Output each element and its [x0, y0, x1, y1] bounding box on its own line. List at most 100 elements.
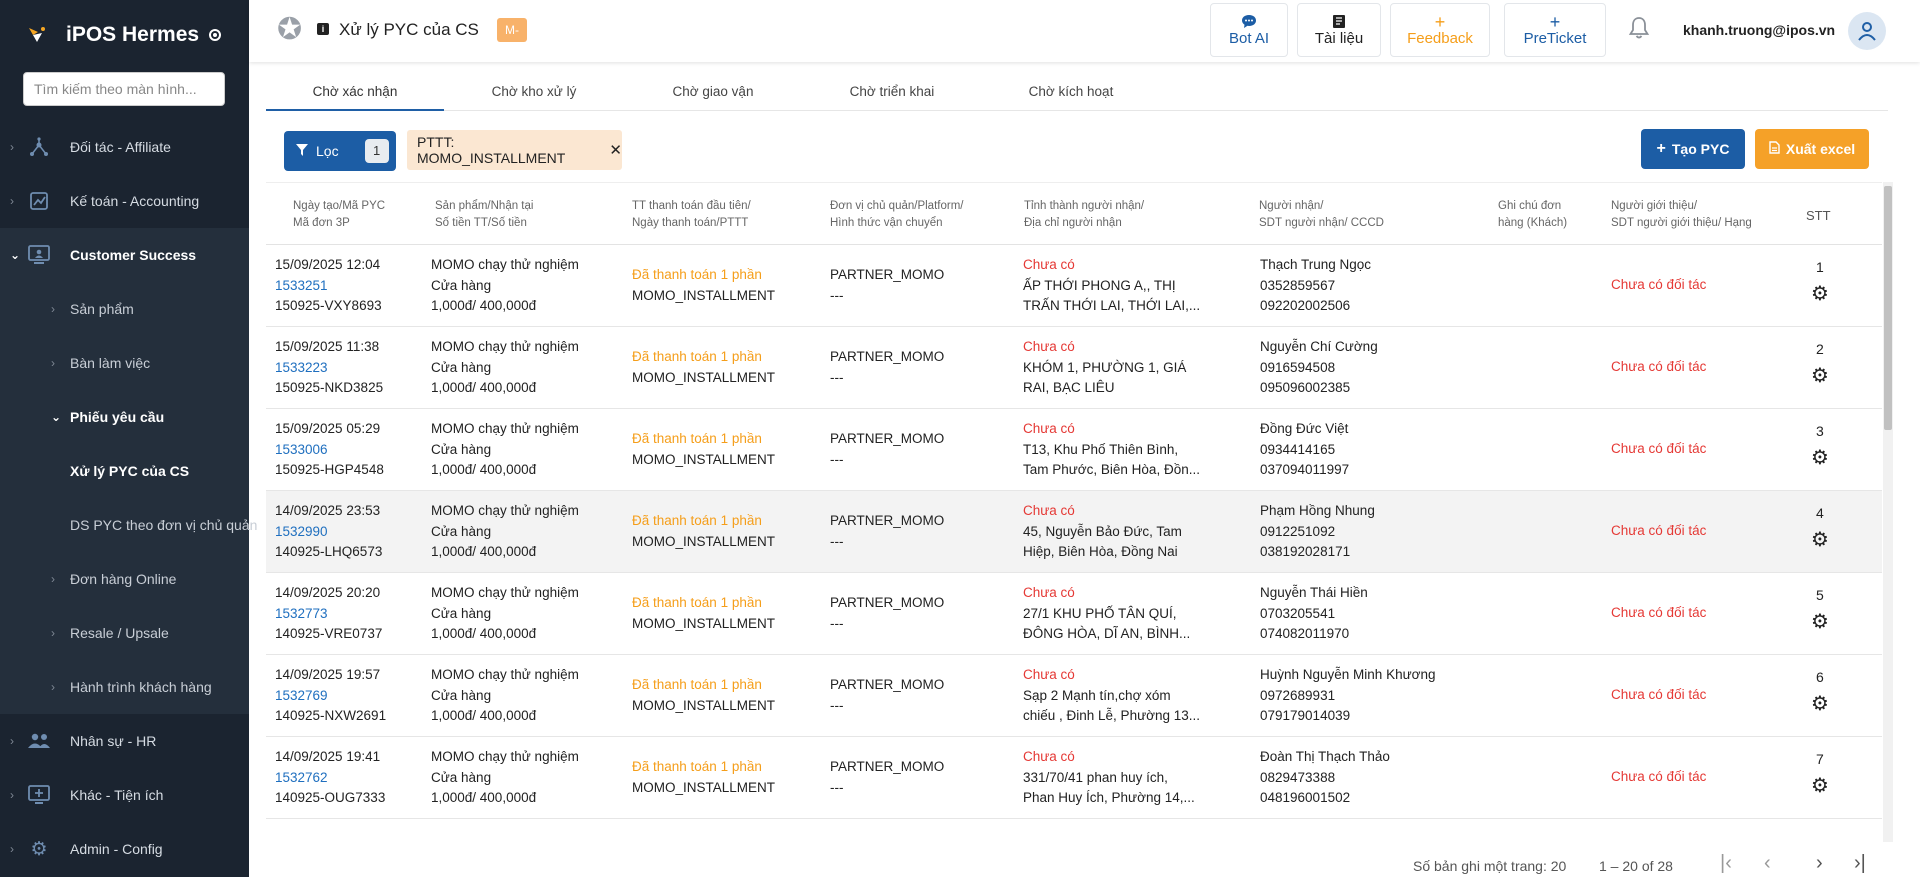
sidebar-item-admin[interactable]: › ⚙ Admin - Config: [0, 822, 249, 876]
status-tabs: Chờ xác nhận Chờ kho xử lý Chờ giao vận …: [266, 78, 1888, 111]
cell-text: 1,000đ/ 400,000đ: [431, 298, 537, 313]
close-icon[interactable]: ✕: [609, 141, 622, 159]
sidebar-item-label: Admin - Config: [70, 841, 163, 857]
chevron-right-icon: ›: [51, 680, 55, 694]
sidebar-subitem-customer-journey[interactable]: › Hành trình khách hàng: [0, 660, 249, 714]
brand[interactable]: iPOS Hermes: [0, 0, 249, 70]
cell-text: 095096002385: [1260, 380, 1351, 395]
cell-product: MOMO chạy thử nghiệm Cửa hàng 1,000đ/ 400,…: [431, 583, 579, 645]
sidebar-item-customer-success[interactable]: ⌄ Customer Success: [0, 228, 249, 282]
gear-icon[interactable]: ⚙: [1811, 773, 1829, 798]
plus-icon: +: [1656, 140, 1666, 157]
filter-button[interactable]: Lọc 1: [284, 131, 396, 171]
sidebar-item-label: Xử lý PYC của CS: [70, 463, 190, 479]
request-code-link[interactable]: 1533006: [275, 440, 384, 461]
cell-text: 0972689931: [1260, 687, 1336, 703]
table-row[interactable]: 15/09/2025 12:04 1533251 150925-VXY8693 MOM…: [266, 245, 1882, 327]
col-header-recipient[interactable]: Người nhận/SDT người nhận/ CCCD: [1259, 198, 1384, 232]
cell-payment: Đã thanh toán 1 phần MOMO_INSTALLMENT: [632, 593, 775, 634]
sidebar-item-accounting[interactable]: › Kế toán - Accounting: [0, 174, 249, 228]
table-row[interactable]: 14/09/2025 19:41 1532762 140925-OUG7333 MOM…: [266, 737, 1882, 819]
gear-icon[interactable]: ⚙: [1811, 363, 1829, 388]
cell-text: Đã thanh toán 1 phần: [632, 349, 762, 364]
bell-icon[interactable]: [1628, 16, 1650, 46]
sidebar-subitem-products[interactable]: › Sản phẩm: [0, 282, 249, 336]
first-page-icon[interactable]: |‹: [1720, 852, 1732, 875]
cell-text: 150925-VXY8693: [275, 298, 382, 313]
request-code-link[interactable]: 1532762: [275, 768, 385, 789]
feedback-button[interactable]: + Feedback: [1390, 3, 1490, 57]
monitor-user-icon: [26, 242, 52, 268]
info-icon[interactable]: i: [317, 23, 329, 35]
sidebar-subitem-workspace[interactable]: › Bàn làm việc: [0, 336, 249, 390]
sidebar-item-affiliate[interactable]: › Đối tác - Affiliate: [0, 120, 249, 174]
sidebar-subitem-resale[interactable]: › Resale / Upsale: [0, 606, 249, 660]
sidebar-subitem-online-orders[interactable]: › Đơn hàng Online: [0, 552, 249, 606]
tab-pending-delivery[interactable]: Chờ giao vận: [624, 78, 802, 111]
bot-ai-button[interactable]: Bot AI: [1210, 3, 1288, 57]
scrollbar-thumb[interactable]: [1884, 186, 1892, 430]
tab-pending-confirmation[interactable]: Chờ xác nhận: [266, 78, 444, 111]
sidebar-subitem-cs-processing[interactable]: Xử lý PYC của CS: [0, 444, 249, 498]
cell-address: Chưa có 27/1 KHU PHỐ TÂN QUÍ, ĐÔNG HÒA, DĨ…: [1023, 583, 1190, 645]
cell-text: 1,000đ/ 400,000đ: [431, 790, 537, 805]
cell-text: Cửa hàng: [431, 605, 492, 621]
gear-icon[interactable]: ⚙: [1811, 609, 1829, 634]
sidebar-subitem-by-unit[interactable]: DS PYC theo đơn vị chủ quản: [0, 498, 257, 552]
col-header-note[interactable]: Ghi chú đơn hàng (Khách): [1498, 198, 1567, 232]
table-scrollbar[interactable]: [1883, 182, 1893, 842]
cell-text: Chưa có đối tác: [1611, 277, 1707, 292]
docs-button[interactable]: Tài liệu: [1297, 3, 1381, 57]
col-header-date[interactable]: Ngày tạo/Mã PYC Mã đơn 3P: [293, 198, 385, 232]
cell-recipient: Đoàn Thị Thạch Thảo 0829473388 04819600150…: [1260, 747, 1390, 809]
gear-icon[interactable]: ⚙: [1811, 281, 1829, 306]
cell-text: Cửa hàng: [431, 359, 492, 375]
tab-pending-warehouse[interactable]: Chờ kho xử lý: [445, 78, 623, 111]
col-header-stt[interactable]: STT: [1806, 207, 1831, 224]
col-header-unit[interactable]: Đơn vị chủ quản/Platform/Hình thức vận c…: [830, 198, 963, 232]
gear-icon[interactable]: ⚙: [1811, 445, 1829, 470]
request-code-link[interactable]: 1533251: [275, 276, 382, 297]
request-code-link[interactable]: 1532990: [275, 522, 382, 543]
page-size-label[interactable]: Số bản ghi một trang: 20: [1413, 858, 1566, 874]
col-header-product[interactable]: Sản phẩm/Nhận tại Số tiền TT/Số tiền: [435, 198, 533, 232]
export-excel-button[interactable]: Xuất excel: [1755, 129, 1869, 169]
col-header-payment[interactable]: TT thanh toán đầu tiên/Ngày thanh toán/P…: [632, 198, 751, 232]
menu-badge[interactable]: M-: [497, 18, 527, 42]
cell-date-code: 14/09/2025 23:53 1532990 140925-LHQ6573: [275, 501, 382, 563]
create-request-button[interactable]: + Tạo PYC: [1641, 129, 1745, 169]
prev-page-icon[interactable]: ‹: [1764, 852, 1771, 875]
cell-text: T13, Khu Phố Thiên Bình,: [1023, 441, 1179, 457]
table-row[interactable]: 15/09/2025 05:29 1533006 150925-HGP4548 MOM…: [266, 409, 1882, 491]
sidebar-item-utilities[interactable]: › Khác - Tiện ích: [0, 768, 249, 822]
cell-payment: Đã thanh toán 1 phần MOMO_INSTALLMENT: [632, 511, 775, 552]
col-header-address[interactable]: Tỉnh thành người nhận/Địa chỉ người nhận: [1024, 198, 1144, 232]
request-code-link[interactable]: 1533223: [275, 358, 383, 379]
tab-pending-activation[interactable]: Chờ kích hoạt: [982, 78, 1160, 111]
request-code-link[interactable]: 1532773: [275, 604, 382, 625]
cell-text: ---: [830, 451, 844, 467]
tab-pending-deployment[interactable]: Chờ triển khai: [803, 78, 981, 111]
avatar[interactable]: [1848, 12, 1886, 50]
cell-payment: Đã thanh toán 1 phần MOMO_INSTALLMENT: [632, 757, 775, 798]
sidebar-search-input[interactable]: [23, 72, 225, 106]
last-page-icon[interactable]: ›|: [1854, 852, 1866, 875]
sidebar-item-hr[interactable]: › Nhân sự - HR: [0, 714, 249, 768]
gear-icon[interactable]: ⚙: [1811, 527, 1829, 552]
gear-icon[interactable]: ⚙: [1811, 691, 1829, 716]
filter-count-badge: 1: [364, 139, 389, 163]
request-code-link[interactable]: 1532769: [275, 686, 386, 707]
gear-icon: ⚙: [30, 838, 48, 860]
user-email[interactable]: khanh.truong@ipos.vn: [1683, 22, 1835, 38]
table-row[interactable]: [266, 819, 1882, 842]
table-row[interactable]: 15/09/2025 11:38 1533223 150925-NKD3825 MOM…: [266, 327, 1882, 409]
cell-referrer: Chưa có đối tác: [1611, 357, 1706, 378]
preticket-button[interactable]: + PreTicket: [1504, 3, 1606, 57]
table-row[interactable]: 14/09/2025 19:57 1532769 140925-NXW2691 MOM…: [266, 655, 1882, 737]
col-header-referrer[interactable]: Người giới thiệu/SDT người giới thiệu/ H…: [1611, 198, 1752, 232]
next-page-icon[interactable]: ›: [1816, 852, 1823, 875]
table-row[interactable]: 14/09/2025 20:20 1532773 140925-VRE0737 MOM…: [266, 573, 1882, 655]
row-index: 7: [1816, 751, 1824, 767]
sidebar-subitem-requests[interactable]: ⌄ Phiếu yêu cầu: [0, 390, 249, 444]
table-row[interactable]: 14/09/2025 23:53 1532990 140925-LHQ6573 MOM…: [266, 491, 1882, 573]
